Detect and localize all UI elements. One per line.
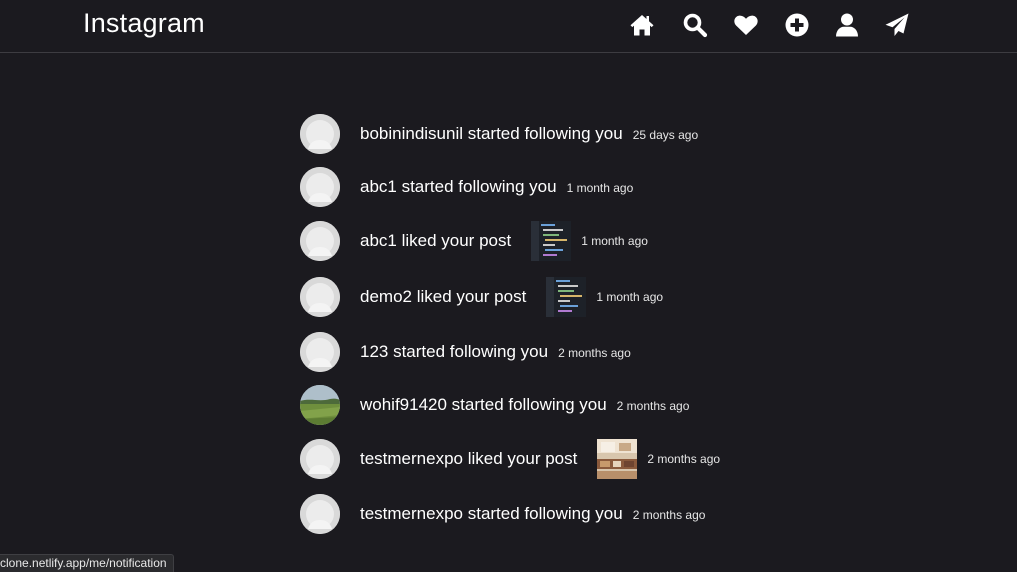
notification-time: 1 month ago [566,181,634,195]
home-icon[interactable] [629,12,655,38]
notification-message[interactable]: demo2 liked your post [360,287,526,307]
notification-message[interactable]: bobinindisunil started following you [360,124,623,144]
avatar[interactable] [300,277,340,317]
notification-item[interactable]: demo2 liked your post 1 month ago [300,277,780,317]
notification-text: abc1 liked your post 1 month ago [360,221,648,261]
user-icon[interactable] [834,12,860,38]
avatar[interactable] [300,167,340,207]
notification-text: demo2 liked your post 1 month ago [360,277,663,317]
notification-item[interactable]: bobinindisunil started following you 25 … [300,114,780,154]
notification-time: 25 days ago [632,128,699,142]
notification-message[interactable]: wohif91420 started following you [360,395,607,415]
avatar[interactable] [300,114,340,154]
avatar[interactable] [300,221,340,261]
notification-text: abc1 started following you 1 month ago [360,177,633,197]
notification-item[interactable]: testmernexpo started following you 2 mon… [300,494,780,534]
heart-icon[interactable] [733,12,759,38]
post-thumbnail[interactable] [531,221,572,261]
top-navbar: Instagram [0,0,1017,53]
notification-time: 1 month ago [596,290,664,304]
notification-message[interactable]: abc1 started following you [360,177,557,197]
notification-time: 2 months ago [616,399,690,413]
post-thumbnail[interactable] [546,277,587,317]
notification-text: wohif91420 started following you 2 month… [360,395,689,415]
avatar[interactable] [300,385,340,425]
avatar[interactable] [300,439,340,479]
notification-time: 2 months ago [647,452,721,466]
brand-logo[interactable]: Instagram [83,8,205,39]
notification-item[interactable]: testmernexpo liked your post 2 months ag… [300,439,780,479]
notification-text: 123 started following you 2 months ago [360,342,631,362]
avatar[interactable] [300,494,340,534]
notification-message[interactable]: testmernexpo liked your post [360,449,577,469]
avatar[interactable] [300,332,340,372]
notification-item[interactable]: wohif91420 started following you 2 month… [300,385,780,425]
paper-plane-icon[interactable] [884,12,910,38]
notification-text: bobinindisunil started following you 25 … [360,124,698,144]
notification-text: testmernexpo liked your post 2 months ag… [360,439,720,479]
notification-text: testmernexpo started following you 2 mon… [360,504,705,524]
plus-circle-icon[interactable] [784,12,810,38]
search-icon[interactable] [682,12,708,38]
notification-message[interactable]: testmernexpo started following you [360,504,623,524]
notification-item[interactable]: 123 started following you 2 months ago [300,332,780,372]
notification-message[interactable]: abc1 liked your post [360,231,511,251]
notification-time: 2 months ago [558,346,631,360]
status-bar-url: clone.netlify.app/me/notification [0,554,174,572]
post-thumbnail[interactable] [597,439,638,479]
notification-time: 1 month ago [581,234,648,248]
notification-item[interactable]: abc1 liked your post 1 month ago [300,221,780,261]
notification-time: 2 months ago [632,508,706,522]
notification-message[interactable]: 123 started following you [360,342,548,362]
notification-item[interactable]: abc1 started following you 1 month ago [300,167,780,207]
